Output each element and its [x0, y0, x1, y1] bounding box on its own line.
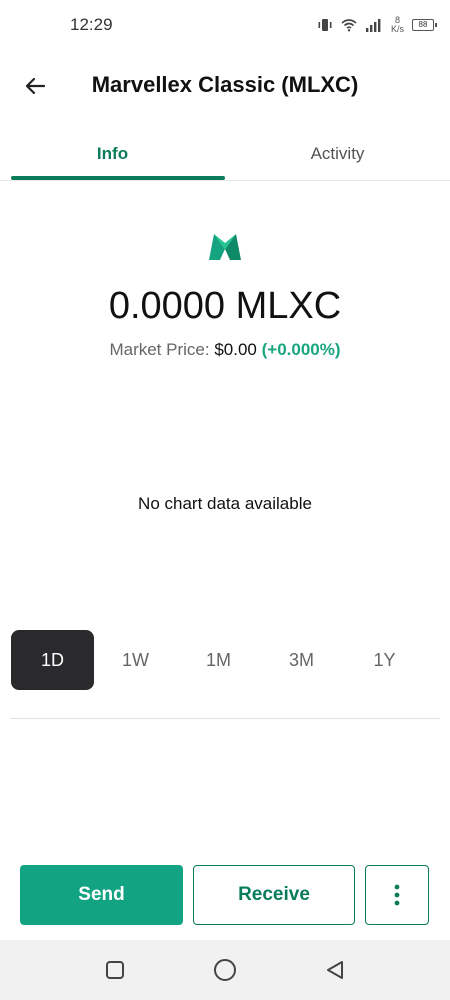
- screen: 12:29 8 K/s 88 Marvellex Classic (MLXC) …: [0, 0, 450, 1000]
- header: Marvellex Classic (MLXC): [0, 55, 450, 115]
- price-chart: No chart data available: [0, 400, 450, 610]
- battery-level: 88: [418, 20, 428, 29]
- status-bar: 12:29 8 K/s 88: [0, 0, 450, 50]
- recent-apps-button[interactable]: [103, 958, 127, 982]
- wifi-icon: [341, 18, 357, 32]
- more-vertical-icon: [394, 884, 400, 906]
- market-price-change: (+0.000%): [261, 340, 341, 359]
- tab-activity[interactable]: Activity: [225, 128, 450, 180]
- marvellex-logo-icon: [209, 234, 241, 260]
- time-range-selector: 1D 1W 1M 3M 1Y: [11, 630, 439, 690]
- triangle-back-icon: [327, 961, 343, 979]
- receive-button[interactable]: Receive: [193, 865, 355, 925]
- tab-bar: Info Activity: [0, 128, 450, 181]
- market-price: Market Price: $0.00 (+0.000%): [0, 340, 450, 360]
- system-nav-bar: [0, 940, 450, 1000]
- system-back-button[interactable]: [323, 958, 347, 982]
- network-speed-unit: K/s: [390, 24, 404, 34]
- more-options-button[interactable]: [365, 865, 429, 925]
- page-title: Marvellex Classic (MLXC): [91, 72, 359, 97]
- circle-icon: [214, 959, 236, 981]
- market-price-value: $0.00: [214, 340, 257, 359]
- network-speed: 8 K/s: [391, 16, 404, 34]
- range-1y-button[interactable]: 1Y: [343, 630, 426, 690]
- send-button[interactable]: Send: [20, 865, 183, 925]
- no-chart-message: No chart data available: [138, 494, 312, 513]
- range-1w-button[interactable]: 1W: [94, 630, 177, 690]
- signal-icon: [365, 18, 383, 32]
- tab-indicator: [11, 176, 225, 180]
- token-balance: 0.0000 MLXC: [108, 285, 342, 327]
- battery-icon: 88: [412, 19, 437, 31]
- vibrate-icon: [317, 18, 333, 32]
- range-1m-button[interactable]: 1M: [177, 630, 260, 690]
- status-time: 12:29: [70, 15, 113, 34]
- range-3m-button[interactable]: 3M: [260, 630, 343, 690]
- status-icons: 8 K/s 88: [317, 14, 437, 36]
- tab-info[interactable]: Info: [0, 128, 225, 180]
- divider: [10, 718, 440, 719]
- market-price-label: Market Price:: [109, 340, 210, 359]
- square-icon: [106, 961, 124, 979]
- range-1d-button[interactable]: 1D: [11, 630, 94, 690]
- home-button[interactable]: [213, 958, 237, 982]
